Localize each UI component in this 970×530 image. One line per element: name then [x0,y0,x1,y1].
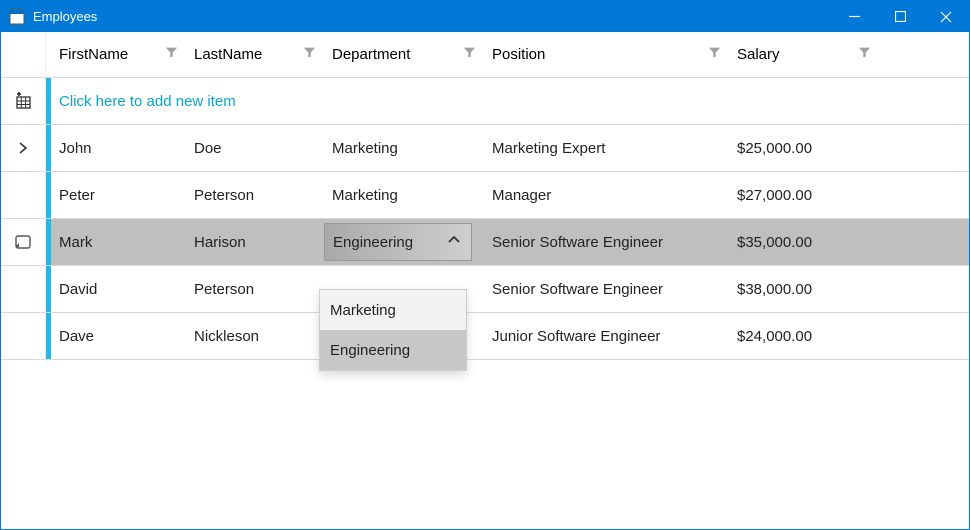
cell-salary: $35,000.00 [737,234,812,251]
cell-position: Senior Software Engineer [492,281,663,298]
column-label: FirstName [59,46,128,63]
cell-department: Marketing [332,187,398,204]
cell-position: Senior Software Engineer [492,234,663,251]
column-header-lastname[interactable]: LastName [186,32,324,77]
dropdown-option-selected[interactable]: Engineering [320,330,466,370]
column-header-department[interactable]: Department [324,32,484,77]
title-bar: Employees [1,1,969,32]
data-grid: FirstName LastName Department Position S… [1,32,969,360]
table-row[interactable]: David Peterson Engineering Senior Softwa… [1,266,969,313]
filter-icon[interactable] [708,46,721,63]
cell-position: Junior Software Engineer [492,328,660,345]
table-row[interactable]: Dave Nickleson Engineering Junior Softwa… [1,313,969,360]
filter-icon[interactable] [303,46,316,63]
add-new-icon [1,78,46,124]
department-combo-cell[interactable]: Engineering [324,219,484,265]
cell-firstname: Peter [59,187,95,204]
cell-salary: $38,000.00 [737,281,812,298]
close-button[interactable] [923,1,969,32]
chevron-up-icon [447,233,461,251]
row-indicator [1,266,46,312]
dropdown-option-label: Engineering [330,342,410,359]
filter-icon[interactable] [858,46,871,63]
table-row[interactable]: Peter Peterson Marketing Manager $27,000… [1,172,969,219]
column-label: Department [332,46,410,63]
column-header-salary[interactable]: Salary [729,32,879,77]
column-label: Salary [737,46,780,63]
row-indicator [1,313,46,359]
cell-lastname: Doe [194,140,222,157]
add-new-label: Click here to add new item [59,93,236,110]
cell-lastname: Nickleson [194,328,259,345]
column-header-firstname[interactable]: FirstName [51,32,186,77]
column-label: LastName [194,46,262,63]
header-row: FirstName LastName Department Position S… [1,32,969,78]
cell-salary: $24,000.00 [737,328,812,345]
cell-position: Marketing Expert [492,140,605,157]
cell-firstname: John [59,140,92,157]
cell-position: Manager [492,187,551,204]
filter-icon[interactable] [463,46,476,63]
cell-firstname: David [59,281,97,298]
department-dropdown[interactable]: Marketing Engineering [319,289,467,371]
table-row-selected[interactable]: Mark Harison Engineering Senior Software… [1,219,969,266]
current-row-indicator [1,125,46,171]
cell-salary: $25,000.00 [737,140,812,157]
table-row[interactable]: John Doe Marketing Marketing Expert $25,… [1,125,969,172]
cell-firstname: Dave [59,328,94,345]
cell-department: Marketing [332,140,398,157]
dropdown-option-label: Marketing [330,302,396,319]
cell-lastname: Peterson [194,187,254,204]
column-header-position[interactable]: Position [484,32,729,77]
combobox-value: Engineering [333,234,413,251]
cell-salary: $27,000.00 [737,187,812,204]
app-icon [9,9,25,25]
edit-row-indicator [1,219,46,265]
cell-firstname: Mark [59,234,92,251]
window-title: Employees [33,9,97,24]
department-combobox[interactable]: Engineering [324,223,472,261]
column-label: Position [492,46,545,63]
cell-lastname: Peterson [194,281,254,298]
row-indicator [1,172,46,218]
add-new-row[interactable]: Click here to add new item [1,78,969,125]
row-header-blank [1,32,46,77]
filter-icon[interactable] [165,46,178,63]
dropdown-option[interactable]: Marketing [320,290,466,330]
cell-lastname: Harison [194,234,246,251]
minimize-button[interactable] [831,1,877,32]
maximize-button[interactable] [877,1,923,32]
